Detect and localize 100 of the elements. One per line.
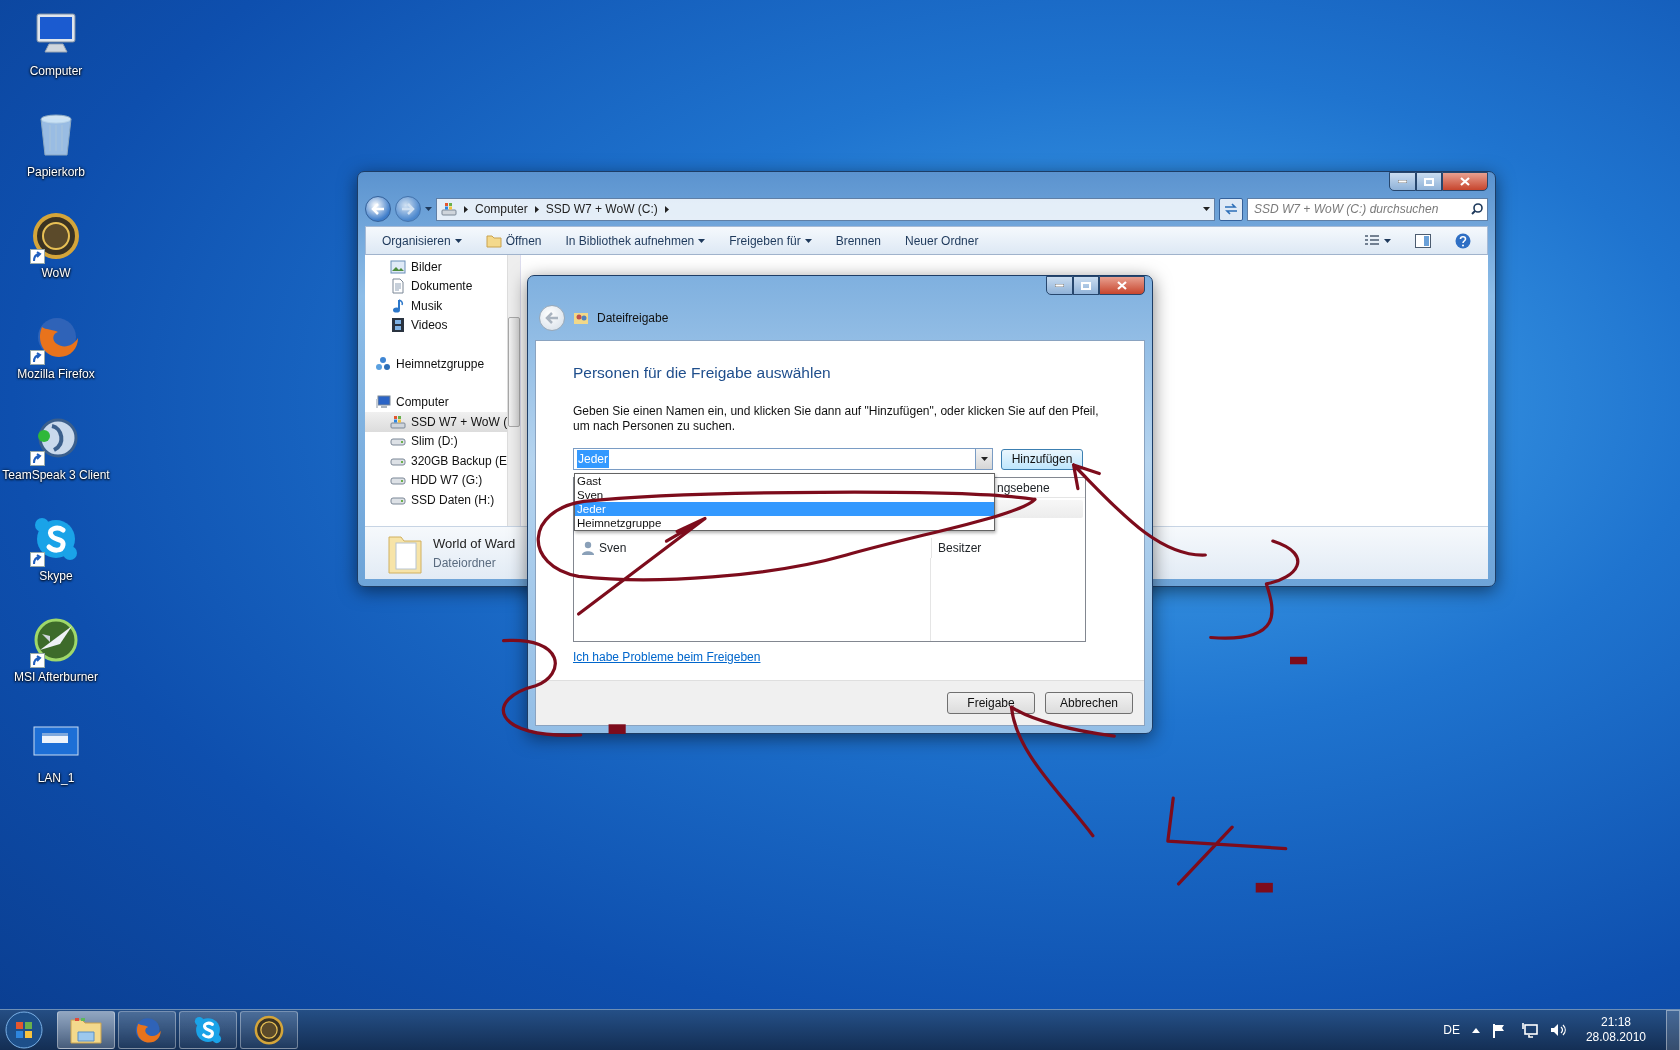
desktop-icon-label[interactable]: MSI Afterburner [13, 668, 98, 686]
desktop-icon-label[interactable]: TeamSpeak 3 Client [2, 466, 110, 484]
caret-icon [1384, 238, 1391, 243]
back-arrow-icon [371, 203, 385, 215]
dropdown-option[interactable]: Gast [575, 474, 994, 488]
dialog-title: Dateifreigabe [597, 310, 669, 327]
ink-blot [1255, 882, 1273, 893]
emblem-icon [254, 1015, 284, 1045]
clock[interactable]: 21:18 28.08.2010 [1585, 1015, 1646, 1045]
close-button[interactable] [1442, 172, 1488, 191]
landscape-icon [390, 258, 406, 275]
maximize-icon [1424, 177, 1434, 186]
refresh-button[interactable] [1219, 197, 1243, 221]
minimize-icon [1398, 180, 1407, 183]
network-icon [375, 355, 391, 372]
folder-icon [485, 233, 502, 248]
forward-button[interactable] [395, 196, 421, 222]
people-icon [573, 310, 589, 326]
ink-blot [1290, 656, 1308, 665]
toolbar-button[interactable]: Neuer Ordner [895, 229, 989, 252]
caret-icon [804, 238, 812, 243]
dialog-button[interactable]: Freigabe [947, 692, 1035, 714]
nav-item[interactable]: Dokumente [365, 276, 508, 296]
list-cell-text: Sven [599, 540, 627, 558]
film-strip-icon [390, 317, 406, 334]
nav-item[interactable]: Bilder [365, 257, 508, 277]
instructions-text: Geben Sie einen Namen ein, und klicken Sie dann auf "Hinzufügen", oder klicken Sie auf den Pfeil, um nach Personen zu suchen. [573, 404, 1100, 435]
caret-icon [1203, 207, 1210, 211]
maximize-button[interactable] [1073, 276, 1099, 295]
help-icon [1455, 232, 1471, 249]
caret-icon [454, 238, 462, 243]
taskbar-button[interactable] [179, 1011, 237, 1049]
nav-item[interactable]: SSD Daten (H:) [365, 490, 508, 510]
chevron-icon [464, 205, 468, 213]
nav-item[interactable]: Slim (D:) [365, 431, 508, 451]
maximize-icon [1081, 281, 1091, 290]
chevron-icon [664, 205, 669, 213]
show-desktop-button[interactable] [1666, 1009, 1680, 1050]
nav-item[interactable]: Musik [365, 296, 508, 316]
dropdown-option[interactable]: Heimnetzgruppe [575, 516, 994, 530]
chat-bubble-icon [32, 515, 80, 563]
column-header[interactable]: ngsebene [997, 478, 1050, 497]
start-orb-icon [4, 1010, 44, 1050]
search-icon [1471, 203, 1483, 215]
view-list-icon [1364, 234, 1380, 247]
ink-blot [608, 724, 626, 734]
caret-icon [980, 457, 988, 462]
network-icon[interactable] [1519, 1022, 1538, 1038]
address-bar[interactable]: Computer SSD W7 + WoW (C:) [436, 197, 1215, 221]
desktop-icon-label[interactable]: Computer [29, 62, 83, 80]
chat-bubble-icon [193, 1015, 223, 1045]
nav-item[interactable]: Heimnetzgruppe [365, 354, 508, 374]
forward-arrow-icon [401, 203, 415, 215]
close-icon [1117, 281, 1127, 290]
caret-icon [698, 238, 706, 243]
desktop-icon-label[interactable]: Skype [39, 567, 73, 585]
toolbar-button[interactable]: Brennen [825, 229, 892, 252]
toolbar-button[interactable]: In Bibliothek aufnehmen [555, 229, 716, 252]
desktop-icon-label[interactable]: LAN_1 [37, 769, 75, 787]
up-arrow-icon[interactable] [1471, 1027, 1480, 1033]
nav-item[interactable]: HDD W7 (G:) [365, 470, 508, 490]
list-cell-text: Besitzer [938, 540, 982, 558]
dialog-heading: Personen für die Freigabe auswählen [573, 363, 832, 383]
toolbar-button[interactable]: Organisieren [372, 229, 472, 252]
close-icon [1460, 177, 1470, 186]
minimize-button[interactable] [1046, 276, 1073, 295]
desktop-icon-label[interactable]: WoW [41, 264, 71, 282]
language-indicator[interactable]: DE [1443, 1021, 1460, 1039]
jet-icon [32, 616, 80, 664]
person-icon [582, 541, 594, 556]
start-button[interactable] [4, 1010, 44, 1050]
dropdown-button[interactable] [975, 448, 993, 471]
nav-item[interactable]: 320GB Backup (E [365, 451, 508, 471]
nav-item[interactable]: Computer [365, 392, 508, 412]
search-field[interactable]: SSD W7 + WoW (C:) durchsuchen [1247, 197, 1488, 221]
minimize-icon [1055, 284, 1064, 287]
scrollbar[interactable] [507, 255, 521, 526]
dropdown-option[interactable]: Sven [575, 488, 994, 502]
toolbar-button[interactable]: Freigeben für [719, 229, 822, 252]
minimize-button[interactable] [1389, 172, 1416, 191]
toolbar-button[interactable]: Öffnen [475, 229, 552, 252]
desktop-icon-label[interactable]: Papierkorb [27, 163, 85, 181]
add-button[interactable]: Hinzufügen [1001, 448, 1083, 470]
back-button[interactable] [365, 196, 391, 222]
close-button[interactable] [1099, 276, 1145, 295]
taskbar-button[interactable] [57, 1011, 115, 1049]
nav-item[interactable]: Videos [365, 315, 508, 335]
monitor-icon [375, 394, 391, 411]
music-note-icon [390, 297, 406, 314]
pane-icon [1415, 233, 1431, 248]
item-name: World of Ward [433, 535, 516, 554]
dialog-button[interactable]: Abbrechen [1045, 692, 1133, 714]
nav-item[interactable]: SSD W7 + WoW ( [365, 412, 508, 432]
caret-icon [425, 207, 432, 211]
maximize-button[interactable] [1416, 172, 1442, 191]
help-link[interactable]: Ich habe Probleme beim Freigeben [573, 648, 761, 667]
document-icon [390, 278, 406, 295]
speaker-icon[interactable] [1549, 1023, 1568, 1037]
taskbar-button[interactable] [240, 1011, 298, 1049]
desktop-icon-label[interactable]: Mozilla Firefox [17, 365, 95, 383]
